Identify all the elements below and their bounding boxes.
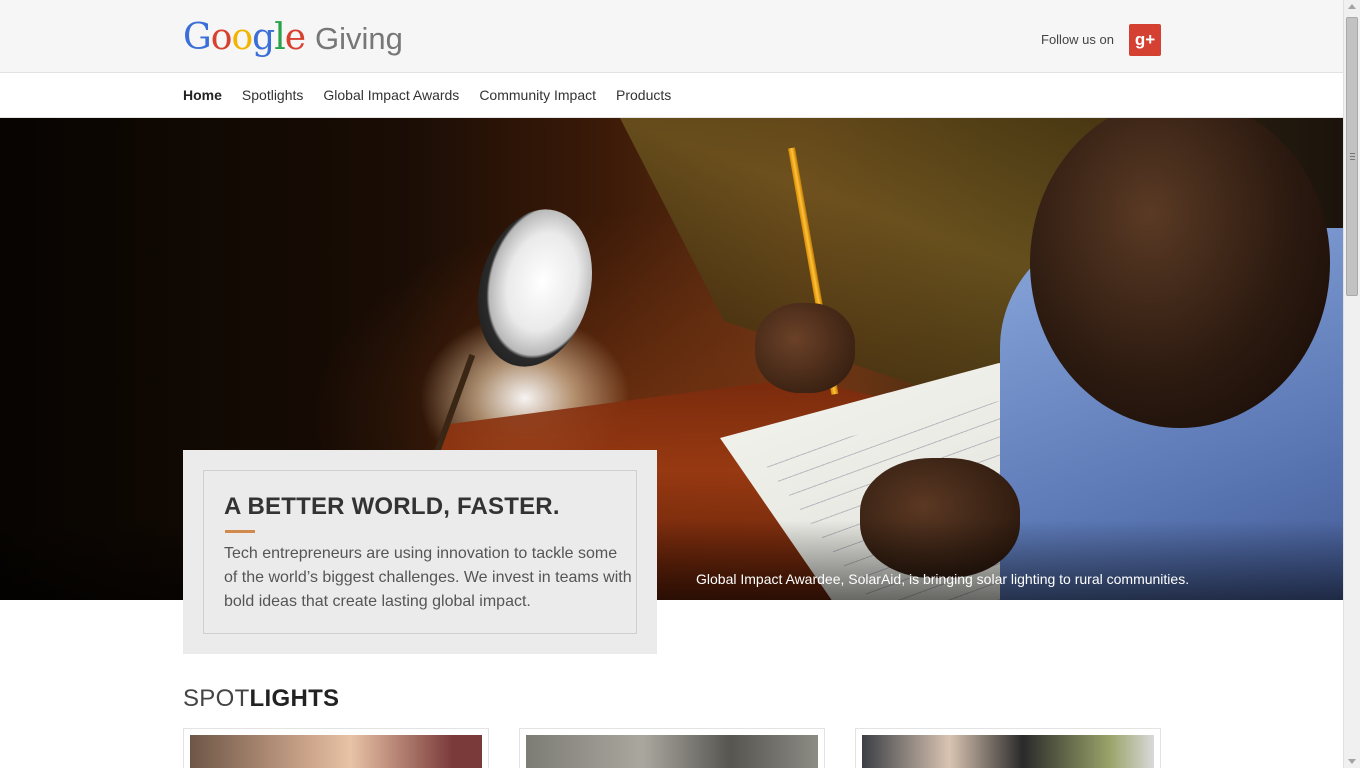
follow-us-label: Follow us on: [1041, 32, 1114, 47]
hero-caption: Global Impact Awardee, SolarAid, is brin…: [696, 571, 1190, 587]
site-header: Google Giving Follow us on g+: [0, 0, 1343, 73]
logo-letter: g: [252, 17, 275, 58]
feature-title: A BETTER WORLD, FASTER.: [224, 493, 560, 520]
scroll-down-arrow-icon[interactable]: [1348, 759, 1356, 764]
scroll-up-arrow-icon[interactable]: [1348, 4, 1356, 9]
nav-item-spotlights[interactable]: Spotlights: [242, 87, 303, 103]
logo-letter: o: [210, 17, 233, 58]
spotlight-card[interactable]: [855, 728, 1161, 768]
logo-letter: e: [284, 17, 306, 58]
logo-letter: G: [183, 17, 212, 58]
logo-letter: o: [231, 17, 253, 58]
solar-lamp: [461, 196, 609, 380]
vertical-scrollbar[interactable]: [1343, 0, 1360, 768]
spotlight-card[interactable]: [519, 728, 825, 768]
scroll-thumb[interactable]: [1346, 17, 1358, 296]
feature-inner: A BETTER WORLD, FASTER. Tech entrepreneu…: [203, 470, 637, 634]
google-giving-logo[interactable]: Google Giving: [183, 16, 403, 60]
logo-suffix: Giving: [315, 21, 403, 56]
spotlight-card-image: [862, 735, 1154, 768]
spotlight-card-image: [526, 735, 818, 768]
spotlights-heading-bold: LIGHTS: [249, 685, 340, 712]
spotlight-card-image: [190, 735, 482, 768]
nav-items: Home Spotlights Global Impact Awards Com…: [183, 87, 671, 103]
spotlights-heading-light: SPOT: [183, 685, 250, 712]
spotlight-card[interactable]: [183, 728, 489, 768]
main-nav: Home Spotlights Global Impact Awards Com…: [0, 74, 1343, 118]
nav-item-products[interactable]: Products: [616, 87, 671, 103]
child-hand: [755, 303, 855, 393]
logo-letter: l: [274, 17, 285, 58]
grip-icon: [1350, 153, 1355, 160]
feature-rule: [225, 530, 255, 533]
google-plus-icon[interactable]: g+: [1129, 24, 1161, 56]
feature-body: Tech entrepreneurs are using innovation …: [224, 545, 632, 610]
nav-item-global-impact-awards[interactable]: Global Impact Awards: [323, 87, 459, 103]
nav-item-home[interactable]: Home: [183, 87, 222, 103]
nav-item-community-impact[interactable]: Community Impact: [479, 87, 596, 103]
feature-box: A BETTER WORLD, FASTER. Tech entrepreneu…: [183, 450, 657, 654]
google-wordmark: Google: [183, 16, 306, 60]
spotlights-heading: SPOTLIGHTS: [183, 685, 339, 713]
